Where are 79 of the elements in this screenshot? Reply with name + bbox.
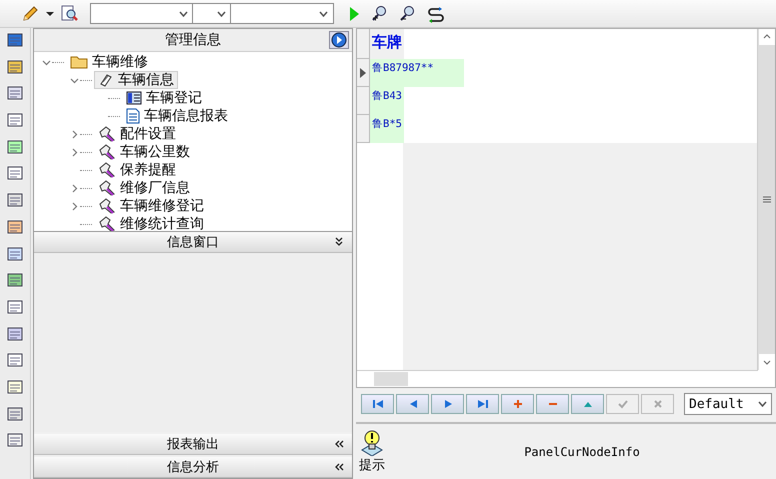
wrench-icon	[98, 180, 116, 196]
chevron-right-icon[interactable]	[70, 202, 78, 210]
tree-item[interactable]: 车辆登记	[122, 89, 206, 107]
column-header[interactable]: 车牌	[370, 29, 404, 59]
first-icon	[372, 399, 384, 409]
tree-item[interactable]: 车辆维修	[66, 53, 152, 71]
wrench-icon	[98, 162, 116, 178]
caret-icon[interactable]	[46, 10, 54, 16]
chevron-down-icon[interactable]	[42, 58, 50, 66]
zoom-out-icon[interactable]	[399, 4, 417, 22]
section-header[interactable]: 信息窗口	[34, 232, 352, 253]
table-cell[interactable]: 鲁B43	[370, 87, 404, 115]
search-icon[interactable]	[61, 4, 79, 22]
chevron-down-icon	[179, 10, 188, 16]
chevron-down-icon	[319, 10, 328, 16]
document-icon	[126, 108, 140, 124]
tree-item[interactable]: 车辆维修登记	[94, 197, 208, 215]
document-icon[interactable]	[6, 111, 24, 130]
window-icon[interactable]	[6, 31, 24, 49]
table-cell[interactable]: 鲁B*5	[370, 115, 404, 143]
folder-icon	[70, 55, 88, 69]
chevron-down-icon	[758, 401, 767, 407]
insert-button[interactable]	[501, 394, 534, 414]
row-pointer-icon	[360, 68, 366, 78]
tree-item[interactable]: 维修厂信息	[94, 179, 194, 197]
panel-title: 管理信息	[165, 31, 221, 49]
pencil-icon	[98, 72, 114, 88]
horizontal-scrollbar[interactable]	[357, 370, 758, 387]
combo-box[interactable]	[90, 3, 194, 24]
first-button[interactable]	[361, 394, 394, 414]
wrench-icon	[98, 198, 116, 214]
combo-box[interactable]	[230, 3, 334, 24]
last-button[interactable]	[466, 394, 499, 414]
chevron-right-icon[interactable]	[70, 148, 78, 156]
wrench-icon	[98, 144, 116, 160]
close-icon	[652, 399, 664, 409]
lightbulb-icon	[360, 430, 384, 456]
tree-item[interactable]: 车辆信息	[94, 71, 178, 89]
table-cell[interactable]: 鲁B87987**	[370, 59, 464, 87]
form-icon	[126, 91, 142, 105]
layout-select[interactable]: Default	[684, 393, 772, 415]
play-circle-icon[interactable]	[329, 31, 349, 49]
zoom-in-icon[interactable]	[371, 4, 389, 22]
delete-button[interactable]	[536, 394, 569, 414]
next-button[interactable]	[431, 394, 464, 414]
check-icon	[616, 399, 628, 409]
chevron-up-icon[interactable]	[758, 29, 774, 45]
tree-item[interactable]: 保养提醒	[94, 161, 180, 179]
grip-icon	[762, 196, 770, 203]
chevron-right-icon[interactable]	[70, 130, 78, 138]
last-icon	[476, 399, 488, 409]
header-corner-cell	[357, 29, 370, 59]
edit-button[interactable]	[571, 394, 604, 414]
refresh-icon[interactable]	[427, 4, 445, 22]
hint-label: 提示	[359, 456, 385, 474]
prior-button[interactable]	[396, 394, 429, 414]
section-header[interactable]: 报表输出	[34, 434, 352, 455]
vertical-scrollbar[interactable]	[757, 29, 775, 370]
chevron-down-icon	[217, 10, 226, 16]
tree-item[interactable]: 维修统计查询	[94, 215, 208, 231]
double-chevron-left-icon	[334, 462, 344, 472]
wrench-icon	[98, 216, 116, 231]
pencil-icon[interactable]	[21, 4, 39, 22]
form-icon[interactable]	[6, 84, 24, 102]
chevron-down-icon[interactable]	[758, 354, 774, 370]
double-chevron-down-icon	[334, 237, 344, 247]
tree-item[interactable]: 车辆信息报表	[122, 107, 232, 125]
tree-item[interactable]: 配件设置	[94, 125, 180, 143]
plus-icon	[512, 399, 524, 409]
double-chevron-left-icon	[334, 439, 344, 449]
wrench-icon	[98, 126, 116, 142]
hint-text: PanelCurNodeInfo	[523, 444, 641, 458]
section-header[interactable]: 信息分析	[34, 457, 352, 478]
row-indicator[interactable]	[357, 59, 370, 87]
chevron-right-icon[interactable]	[70, 184, 78, 192]
chevron-down-icon[interactable]	[70, 76, 78, 84]
tree-item[interactable]: 车辆公里数	[94, 143, 194, 161]
list-icon[interactable]	[6, 431, 24, 450]
combo-box[interactable]	[192, 3, 232, 24]
